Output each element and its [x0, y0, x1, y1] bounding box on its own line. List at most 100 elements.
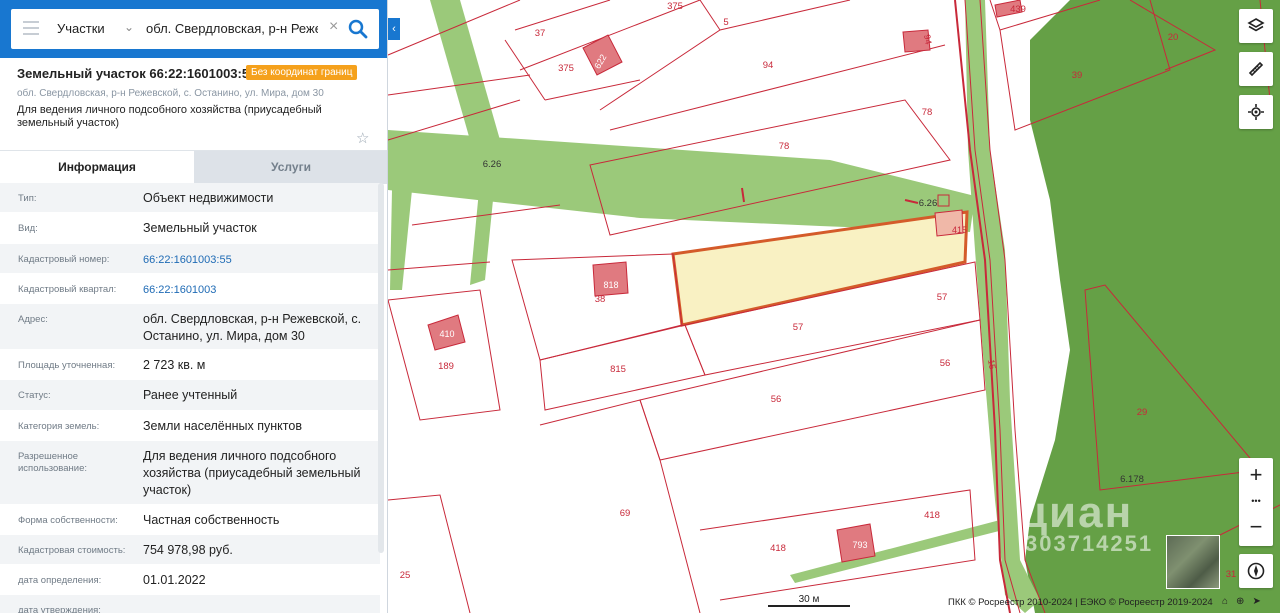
row-value: 754 978,98 руб.: [143, 543, 233, 557]
table-row: Разрешенное использование: Для ведения л…: [0, 441, 380, 505]
svg-text:37: 37: [535, 28, 546, 39]
home-icon[interactable]: ⌂: [1222, 596, 1236, 607]
svg-text:15: 15: [986, 359, 998, 371]
search-input[interactable]: обл. Свердловская, р-н Режевской, с. Ост…: [146, 21, 318, 36]
search-mode-select[interactable]: Участки: [57, 21, 105, 36]
table-row: Форма собственности: Частная собственнос…: [0, 505, 380, 535]
star-icon[interactable]: ☆: [356, 129, 369, 147]
search-box[interactable]: Участки ⌄ обл. Свердловская, р-н Режевск…: [11, 9, 379, 49]
svg-text:793: 793: [852, 540, 867, 550]
row-label: Разрешенное использование:: [18, 451, 88, 474]
svg-text:31: 31: [1226, 569, 1237, 580]
table-row: Кадастровый квартал: 66:22:1601003: [0, 274, 380, 304]
svg-text:78: 78: [922, 107, 933, 118]
zoom-more-button[interactable]: •••: [1239, 494, 1273, 508]
cadastral-number-link[interactable]: 66:22:1601003:55: [143, 252, 373, 269]
tab-services[interactable]: Услуги: [194, 151, 387, 184]
tab-info[interactable]: Информация: [0, 151, 194, 184]
table-row: Тип: Объект недвижимости: [0, 183, 380, 213]
row-label: Форма собственности:: [18, 515, 118, 526]
search-bar: Участки ⌄ обл. Свердловская, р-н Режевск…: [0, 0, 387, 58]
locate-button[interactable]: [1239, 95, 1273, 129]
row-label: Статус:: [18, 390, 51, 401]
cadastral-quarter-link[interactable]: 66:22:1601003: [143, 282, 373, 299]
layers-icon: [1247, 18, 1265, 32]
svg-text:5: 5: [723, 17, 728, 28]
svg-text:410: 410: [439, 329, 454, 339]
table-row: дата определения: 01.01.2022: [0, 565, 380, 595]
table-row: Адрес: обл. Свердловская, р-н Режевской,…: [0, 304, 380, 350]
compass-button[interactable]: [1239, 554, 1273, 588]
svg-text:6.26: 6.26: [483, 159, 502, 170]
row-label: дата утверждения:: [18, 605, 101, 613]
svg-text:415: 415: [952, 225, 967, 235]
svg-text:818: 818: [603, 280, 618, 290]
svg-text:57: 57: [793, 322, 804, 333]
attribution: ПКК © Росреестр 2010-2024 | ЕЭКО © Росре…: [948, 597, 1213, 608]
scrollbar[interactable]: [378, 183, 384, 553]
target-icon[interactable]: ⊕: [1236, 596, 1252, 607]
svg-text:418: 418: [924, 510, 940, 521]
bottom-icons: ⌂⊕➤: [1222, 596, 1269, 607]
locate-icon: [1248, 104, 1264, 120]
svg-text:29: 29: [1137, 407, 1148, 418]
zoom-control: + ••• −: [1239, 458, 1273, 546]
svg-text:57: 57: [937, 292, 948, 303]
scale-label: 30 м: [798, 594, 820, 605]
row-label: Адрес:: [18, 314, 48, 325]
table-row: Вид: Земельный участок: [0, 213, 380, 244]
chevron-down-icon[interactable]: ⌄: [124, 20, 134, 34]
svg-text:189: 189: [438, 361, 454, 372]
layers-button[interactable]: [1239, 9, 1273, 43]
menu-icon[interactable]: [23, 21, 39, 37]
clear-icon[interactable]: ×: [329, 18, 338, 36]
row-label: Площадь уточненная:: [18, 360, 116, 371]
row-label: дата определения:: [18, 575, 102, 586]
compass-icon: [1247, 562, 1265, 580]
info-panel: Участки ⌄ обл. Свердловская, р-н Режевск…: [0, 0, 388, 613]
parcel-title: Земельный участок 66:22:1601003:55: [17, 66, 257, 81]
row-value: 2 723 кв. м: [143, 358, 206, 372]
north-arrow-icon[interactable]: ➤: [1252, 596, 1268, 607]
svg-text:78: 78: [779, 141, 790, 152]
zoom-in-button[interactable]: +: [1239, 462, 1273, 488]
zoom-out-button[interactable]: −: [1239, 514, 1273, 540]
svg-text:38: 38: [595, 294, 606, 305]
row-value: Земли населённых пунктов: [143, 419, 302, 433]
row-label: Тип:: [18, 193, 37, 204]
row-label: Вид:: [18, 223, 38, 234]
parcel-purpose: Для ведения личного подсобного хозяйства…: [17, 104, 322, 129]
svg-text:439: 439: [1010, 4, 1026, 15]
svg-text:6.26: 6.26: [919, 198, 938, 209]
satellite-layer-thumbnail[interactable]: [1166, 535, 1220, 589]
row-value: Частная собственность: [143, 513, 280, 527]
row-label: Кадастровый номер:: [18, 254, 110, 265]
table-row: дата утверждения:: [0, 595, 380, 613]
svg-text:815: 815: [610, 364, 626, 375]
svg-text:94: 94: [922, 34, 934, 46]
table-row: Категория земель: Земли населённых пункт…: [0, 411, 380, 441]
svg-text:6.178: 6.178: [1120, 474, 1144, 485]
row-value: обл. Свердловская, р-н Режевской, с. Ост…: [143, 312, 362, 343]
scale-bar: [768, 605, 850, 607]
svg-text:94: 94: [763, 60, 774, 71]
svg-text:375: 375: [558, 63, 574, 74]
building-818: [592, 261, 629, 297]
watermark-id: 303714251: [1025, 531, 1154, 556]
svg-text:25: 25: [400, 570, 411, 581]
table-row: Кадастровый номер: 66:22:1601003:55: [0, 244, 380, 274]
svg-text:375: 375: [667, 1, 683, 12]
row-label: Кадастровая стоимость:: [18, 545, 126, 556]
svg-text:39: 39: [1072, 70, 1083, 81]
row-label: Кадастровый квартал:: [18, 284, 117, 295]
tabs: Информация Услуги: [0, 150, 387, 184]
svg-text:69: 69: [620, 508, 631, 519]
row-value: Ранее учтенный: [143, 388, 238, 402]
row-label: Категория земель:: [18, 421, 100, 432]
svg-text:20: 20: [1168, 32, 1179, 43]
svg-text:56: 56: [771, 394, 782, 405]
svg-text:56: 56: [940, 358, 951, 369]
search-icon[interactable]: [347, 18, 369, 40]
ruler-button[interactable]: [1239, 52, 1273, 86]
collapse-chevron-icon[interactable]: ‹: [388, 18, 400, 40]
